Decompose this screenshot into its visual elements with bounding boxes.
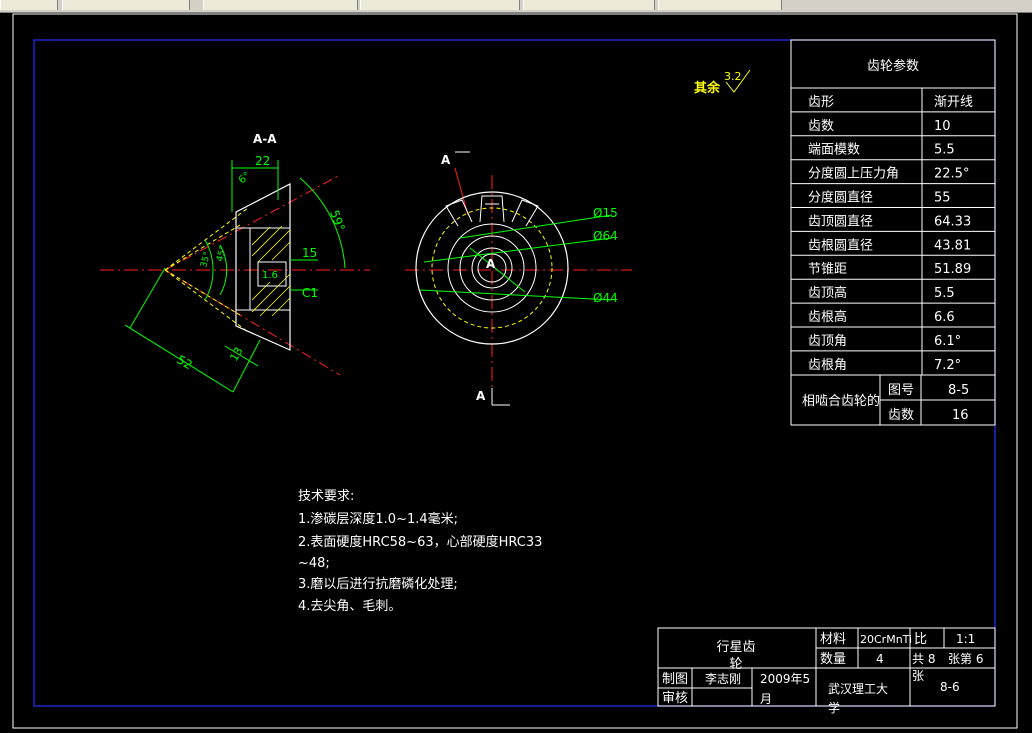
document-tab[interactable] bbox=[523, 0, 655, 10]
dim-width-top: 22 bbox=[255, 154, 270, 168]
roughness-value: 3.2 bbox=[724, 70, 742, 83]
dim-angle-large: 59° bbox=[327, 208, 347, 233]
mating-row1-value: 8-5 bbox=[948, 383, 969, 398]
roughness-symbol: 其余 3.2 bbox=[694, 69, 751, 96]
mating-row2-name: 齿数 bbox=[888, 408, 914, 423]
param-value: 10 bbox=[934, 119, 951, 134]
date-line-2: 月 bbox=[760, 692, 772, 706]
center-label: A bbox=[486, 257, 496, 271]
document-tab[interactable] bbox=[658, 0, 782, 10]
param-value: 6.1° bbox=[934, 334, 961, 349]
dim-angle-b: 45° bbox=[215, 245, 229, 263]
param-name: 齿形 bbox=[808, 95, 834, 110]
param-value: 5.5 bbox=[934, 286, 955, 301]
param-name: 分度圆上压力角 bbox=[808, 166, 899, 182]
param-value: 55 bbox=[934, 191, 951, 206]
param-value: 43.81 bbox=[934, 238, 971, 253]
cad-drawing-canvas[interactable]: A-A 22 6° 59° 15 C1 1.6 13 52 35° 45° A … bbox=[0, 13, 1032, 733]
date-line-1: 2009年5 bbox=[760, 672, 810, 686]
gear-param-table: 齿轮参数 齿形 渐开线齿数 10 端面模数 5.5 分度圆上压力角 22.5° 分度圆直径 55… bbox=[790, 39, 996, 426]
mating-row2-value: 16 bbox=[952, 408, 969, 423]
tech-line: 2.表面硬度HRC58~63，心部硬度HRC33 bbox=[298, 534, 542, 550]
tech-line: 4.去尖角、毛刺。 bbox=[298, 599, 401, 614]
document-tab[interactable] bbox=[62, 0, 190, 10]
tech-line: 3.磨以后进行抗磨磷化处理; bbox=[298, 577, 458, 592]
dim-bottom: 13 bbox=[227, 345, 245, 364]
param-name: 分度圆直径 bbox=[808, 190, 873, 206]
param-name: 齿根角 bbox=[808, 358, 847, 373]
drawing-frame bbox=[33, 39, 996, 707]
dim-small: 1.6 bbox=[262, 270, 278, 281]
outer-border bbox=[12, 13, 1018, 729]
part-name-2: 轮 bbox=[729, 657, 742, 672]
param-value: 64.33 bbox=[934, 214, 971, 229]
section-view: A-A 22 6° 59° 15 C1 1.6 13 52 35° 45° bbox=[100, 132, 370, 393]
dim-length: 52 bbox=[175, 352, 195, 372]
dim-angle-a: 35° bbox=[199, 251, 213, 269]
document-tab-strip bbox=[0, 0, 1032, 13]
param-name: 端面模数 bbox=[808, 143, 860, 158]
qty-value: 4 bbox=[876, 652, 884, 666]
dia-root-label: Ø44 bbox=[593, 291, 618, 305]
section-label-top: A bbox=[441, 153, 451, 167]
sheets-total: 共 8 bbox=[912, 652, 935, 666]
material-label: 材料 bbox=[820, 632, 846, 647]
param-name: 齿顶角 bbox=[808, 334, 847, 349]
mating-gear-label: 相啮合齿轮的 bbox=[802, 393, 880, 409]
roughness-label: 其余 bbox=[694, 80, 721, 96]
param-name: 齿顶圆直径 bbox=[808, 214, 873, 229]
front-view: A A A Ø15 Ø64 Ø44 bbox=[405, 151, 632, 406]
tech-requirements: 技术要求: 1.渗碳层深度1.0~1.4毫米; 2.表面硬度HRC58~63，心… bbox=[298, 489, 542, 614]
dia-top-label: Ø64 bbox=[593, 229, 618, 243]
sheets-current: 张第 6 bbox=[948, 652, 983, 666]
document-tab[interactable] bbox=[0, 0, 58, 10]
param-name: 齿顶高 bbox=[808, 285, 847, 301]
param-name: 齿根高 bbox=[808, 309, 847, 325]
gear-section-outline bbox=[235, 183, 291, 351]
school-name-2: 学 bbox=[828, 700, 840, 715]
tech-line: 1.渗碳层深度1.0~1.4毫米; bbox=[298, 511, 458, 527]
drawn-name: 李志刚 bbox=[705, 671, 741, 686]
qty-label: 数量 bbox=[820, 652, 846, 667]
tech-line: ~48; bbox=[298, 556, 330, 571]
param-value: 51.89 bbox=[934, 262, 971, 277]
tech-title: 技术要求: bbox=[298, 489, 354, 504]
document-tab[interactable] bbox=[203, 0, 358, 10]
dim-chamfer: C1 bbox=[302, 286, 318, 300]
param-value: 渐开线 bbox=[934, 95, 973, 110]
dim-angle-small: 6° bbox=[237, 171, 253, 187]
scale-value: 1:1 bbox=[956, 632, 975, 646]
material-value: 20CrMnTi bbox=[860, 633, 912, 646]
dim-depth: 15 bbox=[302, 246, 317, 260]
param-name: 齿数 bbox=[808, 119, 834, 134]
param-value: 6.6 bbox=[934, 310, 955, 325]
param-name: 节锥距 bbox=[808, 262, 847, 277]
check-label: 审核 bbox=[662, 691, 688, 706]
document-tab[interactable] bbox=[360, 0, 520, 10]
dia-bore-label: Ø15 bbox=[593, 206, 618, 220]
param-value: 5.5 bbox=[934, 143, 955, 158]
param-value: 7.2° bbox=[934, 358, 961, 373]
section-label-bottom: A bbox=[476, 389, 486, 403]
param-value: 22.5° bbox=[934, 167, 969, 182]
title-block-text: 行星齿 轮 材料 20CrMnTi 比 1:1 数量 4 共 8 张第 6 张 … bbox=[662, 632, 983, 715]
param-name: 齿根圆直径 bbox=[808, 238, 873, 253]
part-name-1: 行星齿 bbox=[716, 640, 755, 655]
param-table-title: 齿轮参数 bbox=[867, 58, 919, 74]
section-title: A-A bbox=[253, 132, 277, 146]
drawing-number: 8-6 bbox=[940, 680, 960, 694]
drawn-label: 制图 bbox=[662, 672, 688, 687]
scale-label: 比 bbox=[914, 632, 927, 647]
school-name-1: 武汉理工大 bbox=[828, 682, 888, 696]
mating-row1-name: 图号 bbox=[888, 383, 914, 398]
sheets-unit: 张 bbox=[912, 669, 924, 683]
